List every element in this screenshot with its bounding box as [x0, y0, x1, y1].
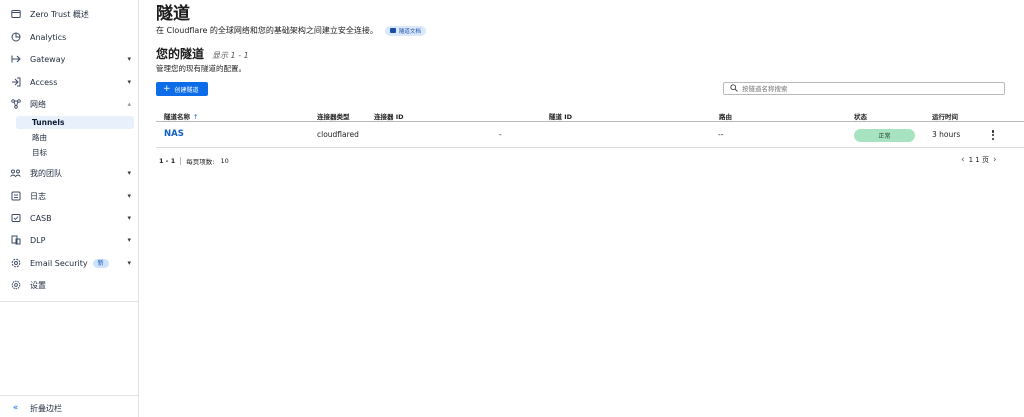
column-header-tunnel-name[interactable]: 隧道名称 ↑: [164, 111, 198, 121]
column-header-connector-id: 连接器 ID: [374, 113, 404, 121]
sidebar-divider: [0, 301, 138, 302]
email-security-icon: [10, 258, 21, 269]
sidebar-item-label: CASB: [30, 213, 52, 223]
sidebar-item-my-team[interactable]: 我的团队 ▾: [0, 163, 138, 183]
sidebar-item-access[interactable]: Access ▾: [0, 72, 138, 92]
network-icon: [10, 99, 21, 110]
chevron-down-icon: ▾: [127, 192, 131, 200]
collapse-sidebar-label: 折叠边栏: [30, 403, 62, 413]
sidebar-item-label: Email Security: [30, 258, 88, 268]
chevron-down-icon: ▾: [127, 55, 131, 63]
search-input[interactable]: [742, 84, 992, 93]
uptime-cell: 3 hours: [932, 130, 961, 139]
column-header-tunnel-id: 隧道 ID: [549, 113, 573, 121]
overview-icon: [10, 9, 21, 20]
dlp-icon: [10, 235, 21, 246]
sidebar-item-label: 设置: [30, 280, 46, 290]
sidebar-subitem-routes[interactable]: 路由: [16, 131, 134, 144]
column-header-label: 隧道名称: [164, 113, 190, 121]
page-title: 隧道: [156, 4, 190, 24]
pagination-controls: ‹ 1 1 页 ›: [961, 155, 997, 165]
previous-page-icon[interactable]: ‹: [961, 155, 965, 165]
column-header-route: 路由: [719, 113, 732, 121]
table-row: NAS cloudflared - -- 正常 3 hours: [156, 122, 1024, 147]
chevron-down-icon: ▾: [127, 259, 131, 267]
chevron-down-icon: ▾: [127, 236, 131, 244]
chevron-down-icon: ▾: [127, 169, 131, 177]
page-indicator: 1 1 页: [968, 156, 989, 164]
sidebar-item-network[interactable]: 网络 ▴: [0, 94, 138, 114]
sidebar-item-gateway[interactable]: Gateway ▾: [0, 49, 138, 69]
pagination-summary: 1 - 1 每页项数: 10: [159, 156, 229, 166]
page-description: 在 Cloudflare 的全球网络和您的基础架构之间建立安全连接。 隧道文档: [156, 25, 426, 36]
sidebar-item-label: Gateway: [30, 54, 66, 64]
connector-type-cell: cloudflared: [317, 130, 359, 139]
pagination-range: 1 - 1: [159, 157, 176, 165]
create-tunnel-label: 创建隧道: [174, 86, 199, 94]
settings-icon: [10, 280, 21, 291]
access-icon: [10, 77, 21, 88]
sidebar-item-overview[interactable]: Zero Trust 概述: [0, 4, 138, 24]
main-content: 隧道 在 Cloudflare 的全球网络和您的基础架构之间建立安全连接。 隧道…: [139, 0, 1024, 417]
chevron-down-icon: ▾: [127, 78, 131, 86]
section-description: 管理您的现有隧道的配置。: [156, 64, 246, 73]
sidebar-divider: [0, 395, 138, 396]
per-page-label: 每页项数:: [186, 158, 215, 166]
per-page-select[interactable]: 10: [220, 157, 228, 165]
pagination-separator: [180, 157, 182, 165]
search-box: [723, 82, 1005, 95]
column-header-status: 状态: [854, 113, 867, 121]
sidebar-subitem-targets[interactable]: 目标: [16, 146, 134, 159]
table-row-divider: [156, 147, 1024, 148]
row-actions-menu-icon[interactable]: [990, 128, 996, 142]
sidebar-item-dlp[interactable]: DLP ▾: [0, 230, 138, 250]
sidebar-item-label: 网络: [30, 99, 46, 109]
tunnel-docs-link[interactable]: 隧道文档: [384, 25, 426, 36]
section-title: 您的隧道 显示 1 - 1: [156, 45, 249, 62]
sidebar-item-label: 日志: [30, 191, 46, 201]
analytics-icon: [10, 32, 21, 43]
connector-id-cell: -: [499, 130, 502, 139]
book-icon: [389, 28, 396, 33]
sidebar-item-label: Access: [30, 77, 58, 87]
sidebar-subitem-tunnels[interactable]: Tunnels: [16, 116, 134, 129]
section-count: 显示 1 - 1: [212, 51, 249, 60]
tunnel-docs-label: 隧道文档: [398, 28, 421, 35]
sidebar: Zero Trust 概述 Analytics Gateway ▾ Access…: [0, 0, 139, 417]
sidebar-item-email-security[interactable]: Email Security 新 ▾: [0, 253, 138, 273]
column-header-uptime: 运行时间: [932, 113, 958, 121]
column-header-connector-type: 连接器类型: [317, 113, 350, 121]
collapse-sidebar-button[interactable]: « 折叠边栏: [0, 398, 138, 417]
route-cell: --: [718, 130, 724, 139]
create-tunnel-button[interactable]: + 创建隧道: [156, 82, 208, 96]
sidebar-item-label: Zero Trust 概述: [30, 9, 89, 19]
tunnel-name-link[interactable]: NAS: [164, 129, 184, 139]
sidebar-item-label: 我的团队: [30, 168, 62, 178]
team-icon: [10, 168, 21, 179]
sidebar-item-settings[interactable]: 设置: [0, 275, 138, 295]
sidebar-item-analytics[interactable]: Analytics: [0, 27, 138, 47]
section-title-text: 您的隧道: [156, 47, 205, 61]
casb-icon: [10, 213, 21, 224]
next-page-icon[interactable]: ›: [993, 155, 997, 165]
search-icon: [730, 83, 738, 94]
chevron-down-icon: ▾: [127, 214, 131, 222]
sidebar-item-label: DLP: [30, 235, 46, 245]
page-description-text: 在 Cloudflare 的全球网络和您的基础架构之间建立安全连接。: [156, 26, 378, 35]
sort-arrow-icon: ↑: [193, 113, 199, 121]
sidebar-item-casb[interactable]: CASB ▾: [0, 208, 138, 228]
double-chevron-left-icon: «: [12, 403, 19, 413]
chevron-up-icon: ▴: [127, 100, 131, 108]
gateway-icon: [10, 54, 21, 65]
logs-icon: [10, 191, 21, 202]
sidebar-item-label: Analytics: [30, 32, 67, 42]
sidebar-item-logs[interactable]: 日志 ▾: [0, 186, 138, 206]
new-badge: 新: [92, 258, 109, 268]
plus-icon: +: [163, 83, 171, 94]
status-badge: 正常: [854, 129, 915, 142]
